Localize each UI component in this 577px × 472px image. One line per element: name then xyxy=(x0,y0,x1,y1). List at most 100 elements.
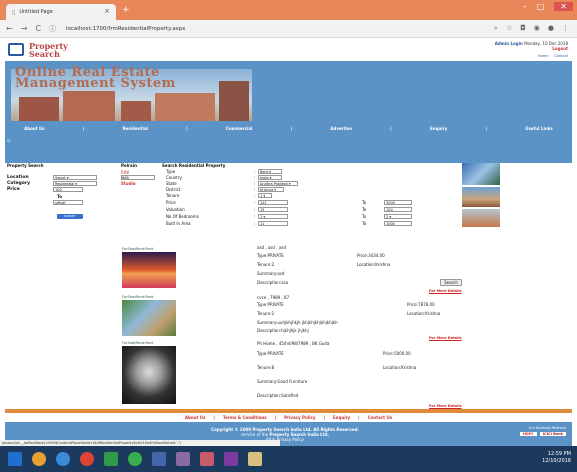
logout-link[interactable]: Logout xyxy=(552,46,568,51)
price-from-input[interactable]: 121 xyxy=(258,200,288,205)
listing-image[interactable] xyxy=(122,300,176,336)
footer-links: About Us | Terms & Conditions | Privacy … xyxy=(5,413,572,422)
menu-residential[interactable]: Residential xyxy=(123,126,148,131)
contact-link[interactable]: Contact xyxy=(554,54,568,58)
browser-tab[interactable]: ▯ Untitled Page × xyxy=(6,4,116,20)
price-input[interactable]: 100 xyxy=(53,187,83,192)
url-field[interactable]: localhost:1700/frmResidentialProperty.as… xyxy=(66,26,185,32)
more-details-link[interactable]: For More Details xyxy=(429,404,462,408)
more-details-link[interactable]: For More Details xyxy=(429,289,462,293)
info-icon[interactable]: ⓘ xyxy=(49,24,56,34)
zoom-icon[interactable]: ⌕ xyxy=(494,24,498,33)
listing-location: Location:Krishna xyxy=(383,365,417,370)
star-icon[interactable]: ☆ xyxy=(506,24,512,33)
footer-about-us[interactable]: About Us xyxy=(185,415,206,420)
menu-separator: | xyxy=(485,125,487,131)
built-area-from-input[interactable]: 11 xyxy=(258,221,288,226)
extension2-icon[interactable]: ◉ xyxy=(534,24,540,33)
footer-separator: | xyxy=(323,415,325,420)
paint-icon[interactable] xyxy=(200,452,214,466)
valuation-from-input[interactable]: 15 xyxy=(258,207,288,212)
valuation-to-input[interactable]: 100 xyxy=(384,207,412,212)
listing-location: Location:Krishna xyxy=(357,262,391,267)
bedrooms-to-select[interactable]: 2 ▾ xyxy=(384,214,412,219)
listing-description: Description:asa xyxy=(257,280,289,285)
app-icon[interactable] xyxy=(176,452,190,466)
country-label: Country xyxy=(166,175,182,180)
hdfc-logo[interactable]: HDFC xyxy=(519,432,537,436)
location-select[interactable]: Select ▾ xyxy=(53,175,97,180)
country-select[interactable]: India ▾ xyxy=(258,175,282,180)
menu-about-us[interactable]: About Us xyxy=(24,126,45,131)
forward-icon[interactable]: → xyxy=(21,24,28,33)
price-label: Price xyxy=(166,200,176,205)
category-select[interactable]: Residential ▾ xyxy=(53,181,97,186)
state-select[interactable]: Andhra Pradesh ▾ xyxy=(258,181,298,186)
main-menu: About Us | Residential | Commercial | Ad… xyxy=(5,123,572,133)
submit-button[interactable]: SUBMIT xyxy=(57,214,83,219)
menu-separator: | xyxy=(290,125,293,131)
listing-image[interactable] xyxy=(122,252,176,288)
footer-separator: | xyxy=(213,415,215,420)
close-tab-icon[interactable]: × xyxy=(104,7,110,15)
price-to-input[interactable]: sdfsdf xyxy=(53,200,83,205)
middle-value-3[interactable]: Studio xyxy=(121,181,161,186)
minimize-button[interactable]: – xyxy=(523,2,527,11)
profile-icon[interactable]: ● xyxy=(548,24,554,33)
footer-terms[interactable]: Terms & Conditions xyxy=(223,415,267,420)
menu-commercial[interactable]: Commercial xyxy=(226,126,253,131)
new-tab-icon[interactable]: + xyxy=(122,5,130,15)
built-area-label: Built In Area xyxy=(166,221,191,226)
start-icon[interactable] xyxy=(8,452,22,466)
icici-logo[interactable]: ICICI Bank xyxy=(539,432,566,436)
listing-type: Type:PRIVATE xyxy=(257,351,284,356)
listing-image[interactable] xyxy=(122,346,176,404)
built-area-to-label: To xyxy=(362,221,367,226)
footer-contact-us[interactable]: Contact Us xyxy=(368,415,392,420)
system-clock[interactable]: 12:59 PM 12/10/2018 xyxy=(542,451,571,465)
footer-enquiry[interactable]: Enquiry xyxy=(333,415,350,420)
type-select[interactable]: Rent ▾ xyxy=(258,169,282,174)
folder-icon[interactable] xyxy=(248,452,262,466)
menu-useful-links[interactable]: Useful Links xyxy=(525,126,553,131)
menu-separator: | xyxy=(186,125,188,131)
listing-location: Location:Krishna xyxy=(407,311,441,316)
residential-search-form: Search Residential Property Type : Rent … xyxy=(162,163,462,226)
listing-summary: Summary:Good Furniture xyxy=(257,379,308,384)
built-area-to-input[interactable]: 1000 xyxy=(384,221,412,226)
footer-privacy[interactable]: Privacy Policy xyxy=(284,415,315,420)
app-icon[interactable] xyxy=(128,452,142,466)
reload-icon[interactable]: C xyxy=(35,24,41,33)
thumbnail-image[interactable] xyxy=(462,163,500,185)
middle-input[interactable]: 888 xyxy=(121,175,155,180)
bedrooms-from-select[interactable]: 1 ▾ xyxy=(258,214,288,219)
district-select[interactable]: Krishna ▾ xyxy=(258,187,284,192)
chrome-icon[interactable] xyxy=(80,452,94,466)
price-to-input[interactable]: 3000 xyxy=(384,200,412,205)
app-icon[interactable] xyxy=(152,452,166,466)
close-window-button[interactable]: ✕ xyxy=(554,2,573,11)
price-label: Price xyxy=(7,187,20,192)
search-button[interactable]: Search xyxy=(440,279,462,286)
location-label: Location xyxy=(7,175,29,180)
thumbnail-image[interactable] xyxy=(462,187,500,207)
listing-description: Description:hjkhjhjk jhjkhj xyxy=(257,328,309,333)
menu-icon[interactable]: ⋮ xyxy=(562,24,569,33)
menu-advertise[interactable]: Advertise xyxy=(330,126,352,131)
firefox-icon[interactable] xyxy=(32,452,46,466)
home-link[interactable]: Home xyxy=(538,54,548,58)
banner: Online Real Estate Management System xyxy=(5,61,572,123)
extension-icon[interactable]: ◘ xyxy=(520,24,526,33)
site-logo[interactable]: Property Search xyxy=(29,42,68,58)
window-controls: – □ ✕ xyxy=(523,2,573,11)
tenure-select[interactable]: 1 ▾ xyxy=(258,193,272,198)
visual-studio-icon[interactable] xyxy=(224,452,238,466)
app-icon[interactable] xyxy=(104,452,118,466)
ie-icon[interactable] xyxy=(56,452,70,466)
maximize-button[interactable]: □ xyxy=(537,2,545,11)
menu-enquiry[interactable]: Enquiry xyxy=(430,126,447,131)
thumbnail-image[interactable] xyxy=(462,209,500,227)
back-icon[interactable]: ← xyxy=(6,24,13,33)
address-bar: ← → C ⓘ localhost:1700/frmResidentialPro… xyxy=(0,20,577,38)
more-details-link[interactable]: For More Details xyxy=(429,336,462,340)
